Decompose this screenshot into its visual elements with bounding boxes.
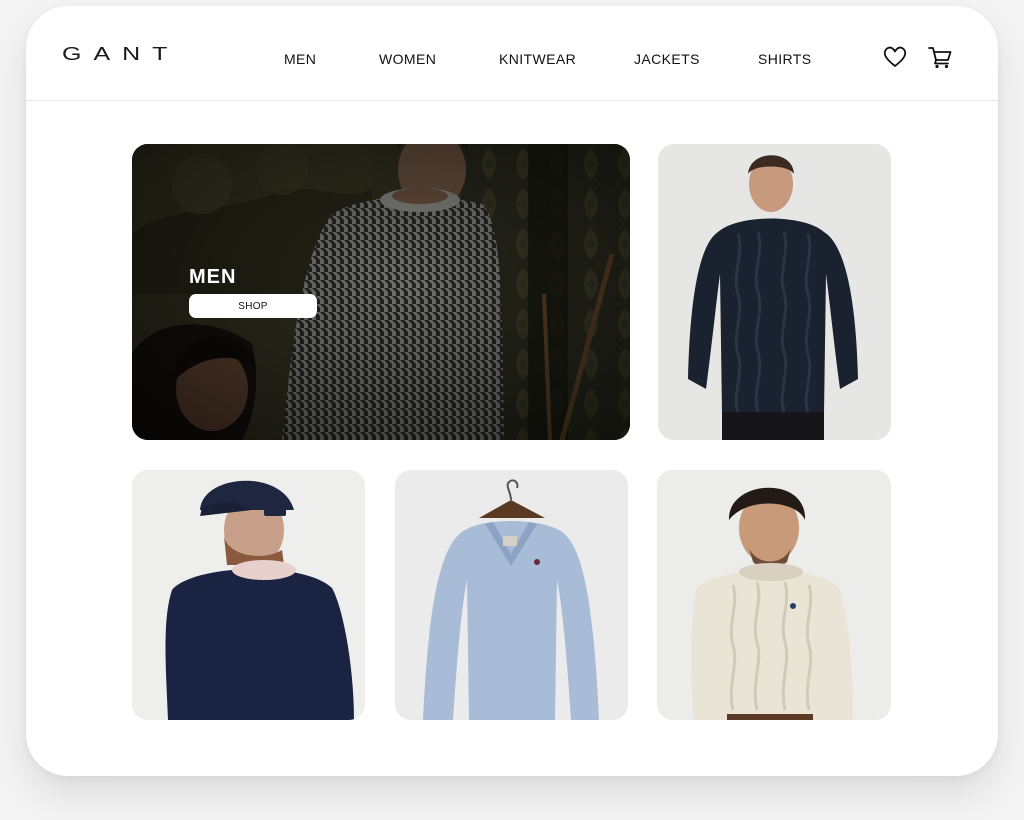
product-image	[658, 144, 891, 440]
hero-banner[interactable]: MEN SHOP	[132, 144, 630, 440]
nav-item-jackets[interactable]: JACKETS	[634, 51, 700, 67]
product-card[interactable]	[657, 470, 891, 720]
product-card[interactable]	[395, 470, 628, 720]
nav-item-women[interactable]: WOMEN	[379, 51, 436, 67]
browser-window: GANT MEN WOMEN KNITWEAR JACKETS SHIRTS M…	[26, 6, 998, 776]
product-image	[395, 470, 628, 720]
heart-icon[interactable]	[882, 44, 908, 70]
hero-title: MEN	[189, 266, 237, 288]
brand-logo[interactable]: GANT	[62, 44, 179, 65]
product-image	[132, 470, 365, 720]
nav-item-shirts[interactable]: SHIRTS	[758, 51, 812, 67]
product-card[interactable]	[132, 470, 365, 720]
nav-item-knitwear[interactable]: KNITWEAR	[499, 51, 576, 67]
hero-image	[132, 144, 630, 440]
product-card[interactable]	[658, 144, 891, 440]
shop-button[interactable]: SHOP	[189, 294, 317, 318]
cart-icon[interactable]	[927, 44, 953, 70]
nav-item-men[interactable]: MEN	[284, 51, 316, 67]
product-image	[657, 470, 891, 720]
site-header: GANT MEN WOMEN KNITWEAR JACKETS SHIRTS	[26, 6, 998, 101]
